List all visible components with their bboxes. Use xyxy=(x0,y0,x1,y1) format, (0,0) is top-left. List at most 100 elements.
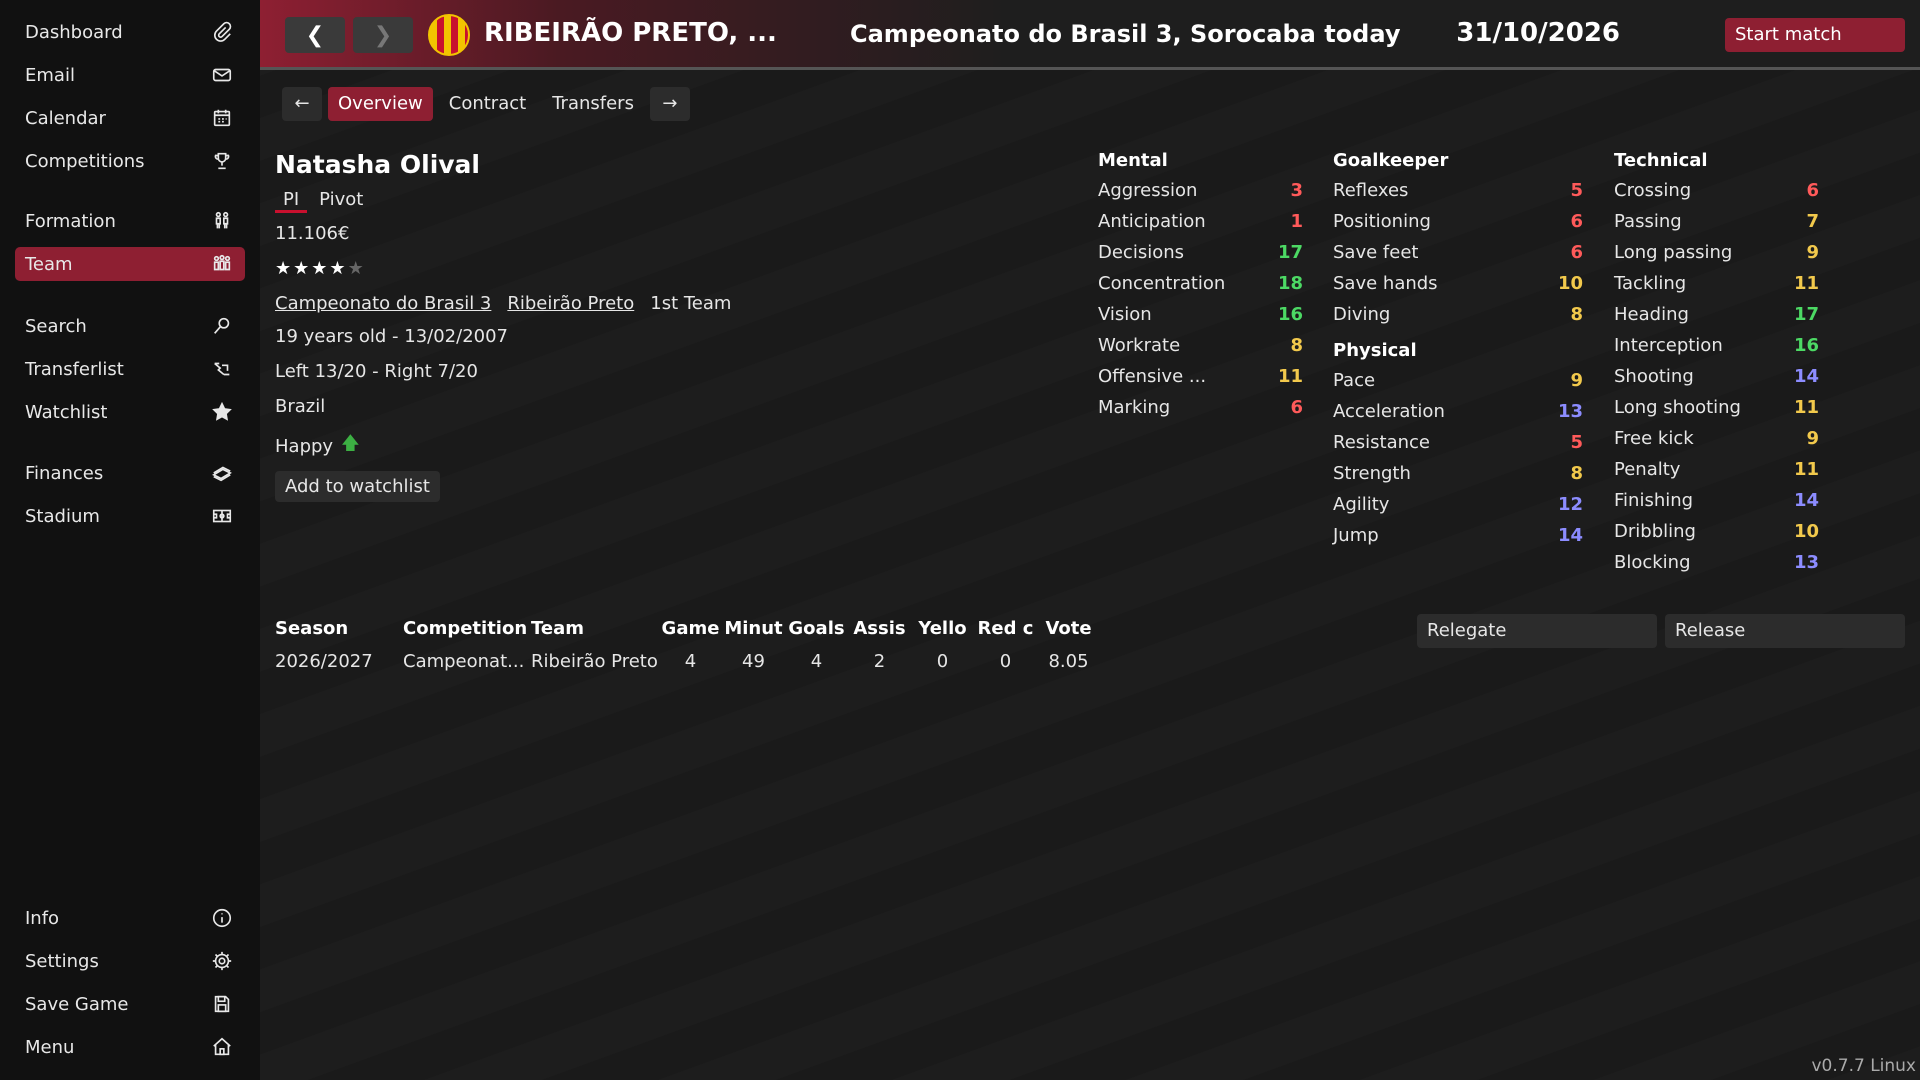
club-name[interactable]: RIBEIRÃO PRETO, ... xyxy=(484,18,777,48)
attribute-value: 12 xyxy=(1557,494,1583,515)
mental-attributes: Mental Aggression 3 Anticipation 1 Decisions 1… xyxy=(1098,150,1303,428)
sidebar-item-search[interactable]: Search xyxy=(15,309,245,343)
sidebar-item-calendar[interactable]: Calendar xyxy=(15,101,245,135)
attribute-value: 18 xyxy=(1277,273,1303,294)
player-tabs: ← Overview Contract Transfers → xyxy=(282,87,690,121)
forward-button[interactable]: ❯ xyxy=(353,17,413,53)
player-age: 19 years old - 13/02/2007 xyxy=(275,326,509,347)
sidebar-item-info[interactable]: Info xyxy=(15,901,245,935)
attribute-row: Crossing 6 xyxy=(1614,180,1819,211)
club-badge-icon[interactable] xyxy=(428,14,470,56)
attribute-name: Save feet xyxy=(1333,242,1419,263)
attribute-row: Offensive ... 11 xyxy=(1098,366,1303,397)
sidebar-item-stadium[interactable]: Stadium xyxy=(15,499,245,533)
sidebar-item-finances[interactable]: Finances xyxy=(15,456,245,490)
club-link[interactable]: Ribeirão Preto xyxy=(507,293,634,314)
sidebar-item-label: Competitions xyxy=(25,150,145,172)
sidebar-item-menu[interactable]: Menu xyxy=(15,1030,245,1064)
start-match-button[interactable]: Start match xyxy=(1725,18,1905,52)
home-icon xyxy=(209,1034,235,1060)
sidebar-item-dashboard[interactable]: Dashboard xyxy=(15,15,245,49)
attribute-row: Aggression 3 xyxy=(1098,180,1303,211)
table-cell: Ribeirão Preto xyxy=(531,651,658,672)
sidebar-item-formation[interactable]: Formation xyxy=(15,204,245,238)
version-label: v0.7.7 Linux xyxy=(1811,1056,1916,1076)
attribute-name: Reflexes xyxy=(1333,180,1409,201)
attribute-row: Strength 8 xyxy=(1333,463,1583,494)
attribute-name: Concentration xyxy=(1098,273,1226,294)
attribute-value: 17 xyxy=(1793,304,1819,325)
competition-link[interactable]: Campeonato do Brasil 3 xyxy=(275,293,491,314)
sidebar-item-label: Info xyxy=(25,907,60,929)
player-mood: Happy 🡅 xyxy=(275,431,731,461)
attribute-value: 7 xyxy=(1806,211,1819,232)
sidebar-item-settings[interactable]: Settings xyxy=(15,944,245,978)
stats-header-game[interactable]: Game xyxy=(659,612,722,645)
star-icon: ★ xyxy=(293,258,312,279)
attribute-row: Vision 16 xyxy=(1098,304,1303,335)
sidebar-item-label: Email xyxy=(25,64,75,86)
player-rating-stars: ★★★★★ xyxy=(275,258,731,281)
back-button[interactable]: ❮ xyxy=(285,17,345,53)
attribute-name: Penalty xyxy=(1614,459,1681,480)
attribute-name: Offensive ... xyxy=(1098,366,1207,387)
sidebar-group-scouting: Search Transferlist Watchlist xyxy=(15,309,245,438)
physical-attributes: Physical Pace 9 Acceleration 13 Resistance 5 St… xyxy=(1333,340,1583,556)
stats-header-minut[interactable]: Minut xyxy=(722,612,785,645)
stats-header-assis[interactable]: Assis xyxy=(848,612,911,645)
tab-overview[interactable]: Overview xyxy=(328,87,433,121)
tab-transfers[interactable]: Transfers xyxy=(542,87,644,121)
attribute-name: Blocking xyxy=(1614,552,1691,573)
info-icon xyxy=(209,905,235,931)
formation-icon xyxy=(209,208,235,234)
table-row: 2026/2027 Campeonat... Ribeirão Preto 4 49 4 2… xyxy=(275,645,1100,678)
attribute-group-title: Mental xyxy=(1098,150,1168,171)
stats-header-vote[interactable]: Vote xyxy=(1037,612,1100,645)
sidebar-group-club: Finances Stadium xyxy=(15,456,245,542)
stats-header-red-c[interactable]: Red c xyxy=(974,612,1037,645)
attribute-name: Interception xyxy=(1614,335,1723,356)
attribute-row: Reflexes 5 xyxy=(1333,180,1583,211)
attribute-value: 14 xyxy=(1793,490,1819,511)
attribute-value: 9 xyxy=(1570,370,1583,391)
sidebar-group-main: Dashboard Email Calendar Competitions xyxy=(15,15,245,187)
attribute-value: 5 xyxy=(1570,432,1583,453)
tab-next-arrow-icon[interactable]: → xyxy=(649,87,690,121)
attribute-name: Crossing xyxy=(1614,180,1692,201)
stats-header-team[interactable]: Team xyxy=(531,612,659,645)
attribute-name: Diving xyxy=(1333,304,1391,325)
player-name: Natasha Olival xyxy=(275,150,480,179)
attribute-name: Shooting xyxy=(1614,366,1694,387)
relegate-button[interactable]: Relegate xyxy=(1417,614,1657,648)
tab-prev-arrow-icon[interactable]: ← xyxy=(282,87,322,121)
add-to-watchlist-button[interactable]: Add to watchlist xyxy=(275,471,440,502)
sidebar-item-save-game[interactable]: Save Game xyxy=(15,987,245,1021)
sidebar-item-label: Team xyxy=(25,253,73,275)
sidebar-item-competitions[interactable]: Competitions xyxy=(15,144,245,178)
sidebar-item-team[interactable]: Team xyxy=(15,247,245,281)
stats-header-competition[interactable]: Competition xyxy=(403,612,531,645)
attribute-value: 3 xyxy=(1290,180,1303,201)
attribute-group-title: Technical xyxy=(1614,150,1708,171)
attribute-row: Shooting 14 xyxy=(1614,366,1819,397)
release-button[interactable]: Release xyxy=(1665,614,1905,648)
attribute-group-title: Physical xyxy=(1333,340,1417,361)
attribute-name: Acceleration xyxy=(1333,401,1445,422)
sidebar-item-email[interactable]: Email xyxy=(15,58,245,92)
sidebar-item-transferlist[interactable]: Transferlist xyxy=(15,352,245,386)
attribute-name: Strength xyxy=(1333,463,1411,484)
stats-header-yello[interactable]: Yello xyxy=(911,612,974,645)
attribute-value: 11 xyxy=(1793,459,1819,480)
stats-header-goals[interactable]: Goals xyxy=(785,612,848,645)
attribute-name: Long passing xyxy=(1614,242,1733,263)
attribute-value: 17 xyxy=(1277,242,1303,263)
attribute-value: 13 xyxy=(1557,401,1583,422)
attribute-value: 10 xyxy=(1557,273,1583,294)
attribute-row: Workrate 8 xyxy=(1098,335,1303,366)
tab-contract[interactable]: Contract xyxy=(439,87,536,121)
attribute-name: Dribbling xyxy=(1614,521,1696,542)
attribute-value: 14 xyxy=(1557,525,1583,546)
attribute-row: Save feet 6 xyxy=(1333,242,1583,273)
stats-header-season[interactable]: Season xyxy=(275,612,403,645)
sidebar-item-watchlist[interactable]: Watchlist xyxy=(15,395,245,429)
